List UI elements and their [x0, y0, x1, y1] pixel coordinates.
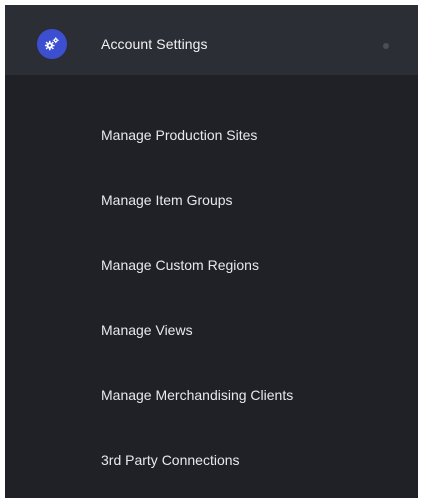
- menu-item-manage-merchandising-clients[interactable]: Manage Merchandising Clients: [5, 363, 418, 428]
- menu-item-3rd-party-connections[interactable]: 3rd Party Connections: [5, 428, 418, 493]
- account-settings-panel: Account Settings Manage Production Sites…: [5, 5, 418, 498]
- account-settings-header[interactable]: Account Settings: [5, 5, 418, 75]
- page: Account Settings Manage Production Sites…: [0, 0, 424, 503]
- collapse-indicator-dot: [383, 43, 389, 49]
- menu-item-manage-custom-regions[interactable]: Manage Custom Regions: [5, 233, 418, 298]
- menu-item-manage-production-sites[interactable]: Manage Production Sites: [5, 103, 418, 168]
- gears-icon: [37, 29, 67, 59]
- menu-item-manage-views[interactable]: Manage Views: [5, 298, 418, 363]
- account-settings-title: Account Settings: [101, 36, 208, 52]
- menu-item-manage-item-groups[interactable]: Manage Item Groups: [5, 168, 418, 233]
- account-settings-menu: Manage Production Sites Manage Item Group…: [5, 103, 418, 493]
